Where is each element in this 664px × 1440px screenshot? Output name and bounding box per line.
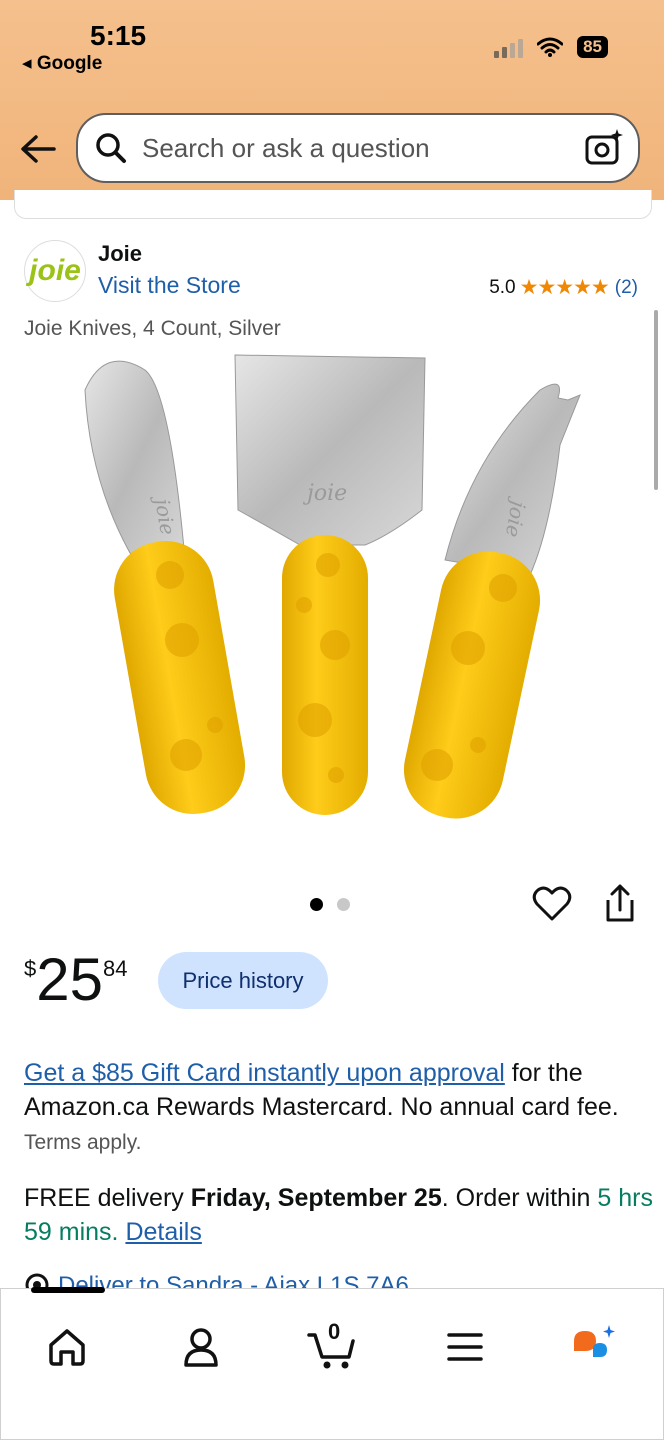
price-fraction: 84 bbox=[103, 956, 128, 981]
cart-button[interactable]: 0 bbox=[305, 1319, 361, 1375]
delivery-prefix: FREE delivery bbox=[24, 1184, 191, 1212]
price-history-button[interactable]: Price history bbox=[158, 952, 328, 1009]
home-indicator bbox=[31, 1287, 105, 1293]
pager-dot-active[interactable] bbox=[310, 898, 323, 911]
price-currency: $ bbox=[24, 956, 37, 981]
battery-icon: 85 bbox=[577, 36, 608, 58]
credit-card-promo: Get a $85 Gift Card instantly upon appro… bbox=[24, 1056, 644, 1160]
back-arrow-icon[interactable] bbox=[18, 132, 58, 166]
account-icon[interactable] bbox=[173, 1319, 229, 1375]
delivery-middle: . Order within bbox=[441, 1184, 591, 1212]
rufus-icon[interactable] bbox=[569, 1319, 625, 1375]
price: $ 25 84 bbox=[24, 950, 127, 1010]
back-app-label: Google bbox=[36, 53, 103, 74]
wifi-icon bbox=[537, 37, 564, 57]
signal-icon bbox=[494, 36, 524, 58]
product-title: Joie Knives, 4 Count, Silver bbox=[24, 317, 281, 340]
rating-count[interactable]: (2) bbox=[615, 277, 638, 299]
star-rating-icon: ★★★★★ bbox=[519, 276, 610, 299]
image-pager-dots[interactable] bbox=[310, 898, 350, 911]
brand-name: Joie bbox=[98, 241, 143, 266]
heart-icon[interactable] bbox=[532, 884, 572, 924]
bottom-nav: 0 bbox=[0, 1287, 664, 1440]
gift-card-offer-link[interactable]: Get a $85 Gift Card instantly upon appro… bbox=[24, 1059, 505, 1087]
pager-dot[interactable] bbox=[337, 898, 350, 911]
partial-banner-card bbox=[14, 190, 652, 219]
cheese-plane-knife: joie bbox=[234, 354, 426, 815]
spreader-knife: joie bbox=[84, 360, 246, 815]
delivery-details-link[interactable]: Details bbox=[125, 1218, 201, 1246]
rating-summary[interactable]: 5.0 ★★★★★ (2) bbox=[489, 275, 638, 300]
visit-store-link[interactable]: Visit the Store bbox=[98, 272, 241, 299]
cart-count: 0 bbox=[328, 1319, 341, 1344]
search-input[interactable] bbox=[140, 131, 564, 165]
brand-logo[interactable]: joie bbox=[24, 240, 86, 302]
delivery-info: FREE delivery Friday, September 25. Orde… bbox=[24, 1181, 654, 1249]
terms-text: Terms apply. bbox=[24, 1131, 142, 1154]
camera-search-icon[interactable] bbox=[584, 128, 624, 168]
share-icon[interactable] bbox=[600, 882, 640, 924]
app-header: 5:15 ◂ Google 85 bbox=[0, 0, 664, 200]
rating-score: 5.0 bbox=[489, 276, 516, 298]
search-icon bbox=[96, 133, 126, 163]
scrollbar[interactable] bbox=[654, 310, 658, 490]
status-time: 5:15 bbox=[90, 20, 147, 51]
svg-text:joie: joie bbox=[302, 481, 347, 506]
menu-icon[interactable] bbox=[437, 1319, 493, 1375]
price-whole: 25 bbox=[36, 946, 103, 1013]
search-bar[interactable] bbox=[76, 113, 640, 183]
back-to-app-link[interactable]: ◂ Google bbox=[22, 52, 102, 75]
delivery-date: Friday, September 25 bbox=[190, 1184, 442, 1212]
home-icon[interactable] bbox=[39, 1319, 95, 1375]
product-image[interactable]: joie joie joie bbox=[60, 350, 600, 830]
status-indicators: 85 bbox=[494, 36, 608, 58]
